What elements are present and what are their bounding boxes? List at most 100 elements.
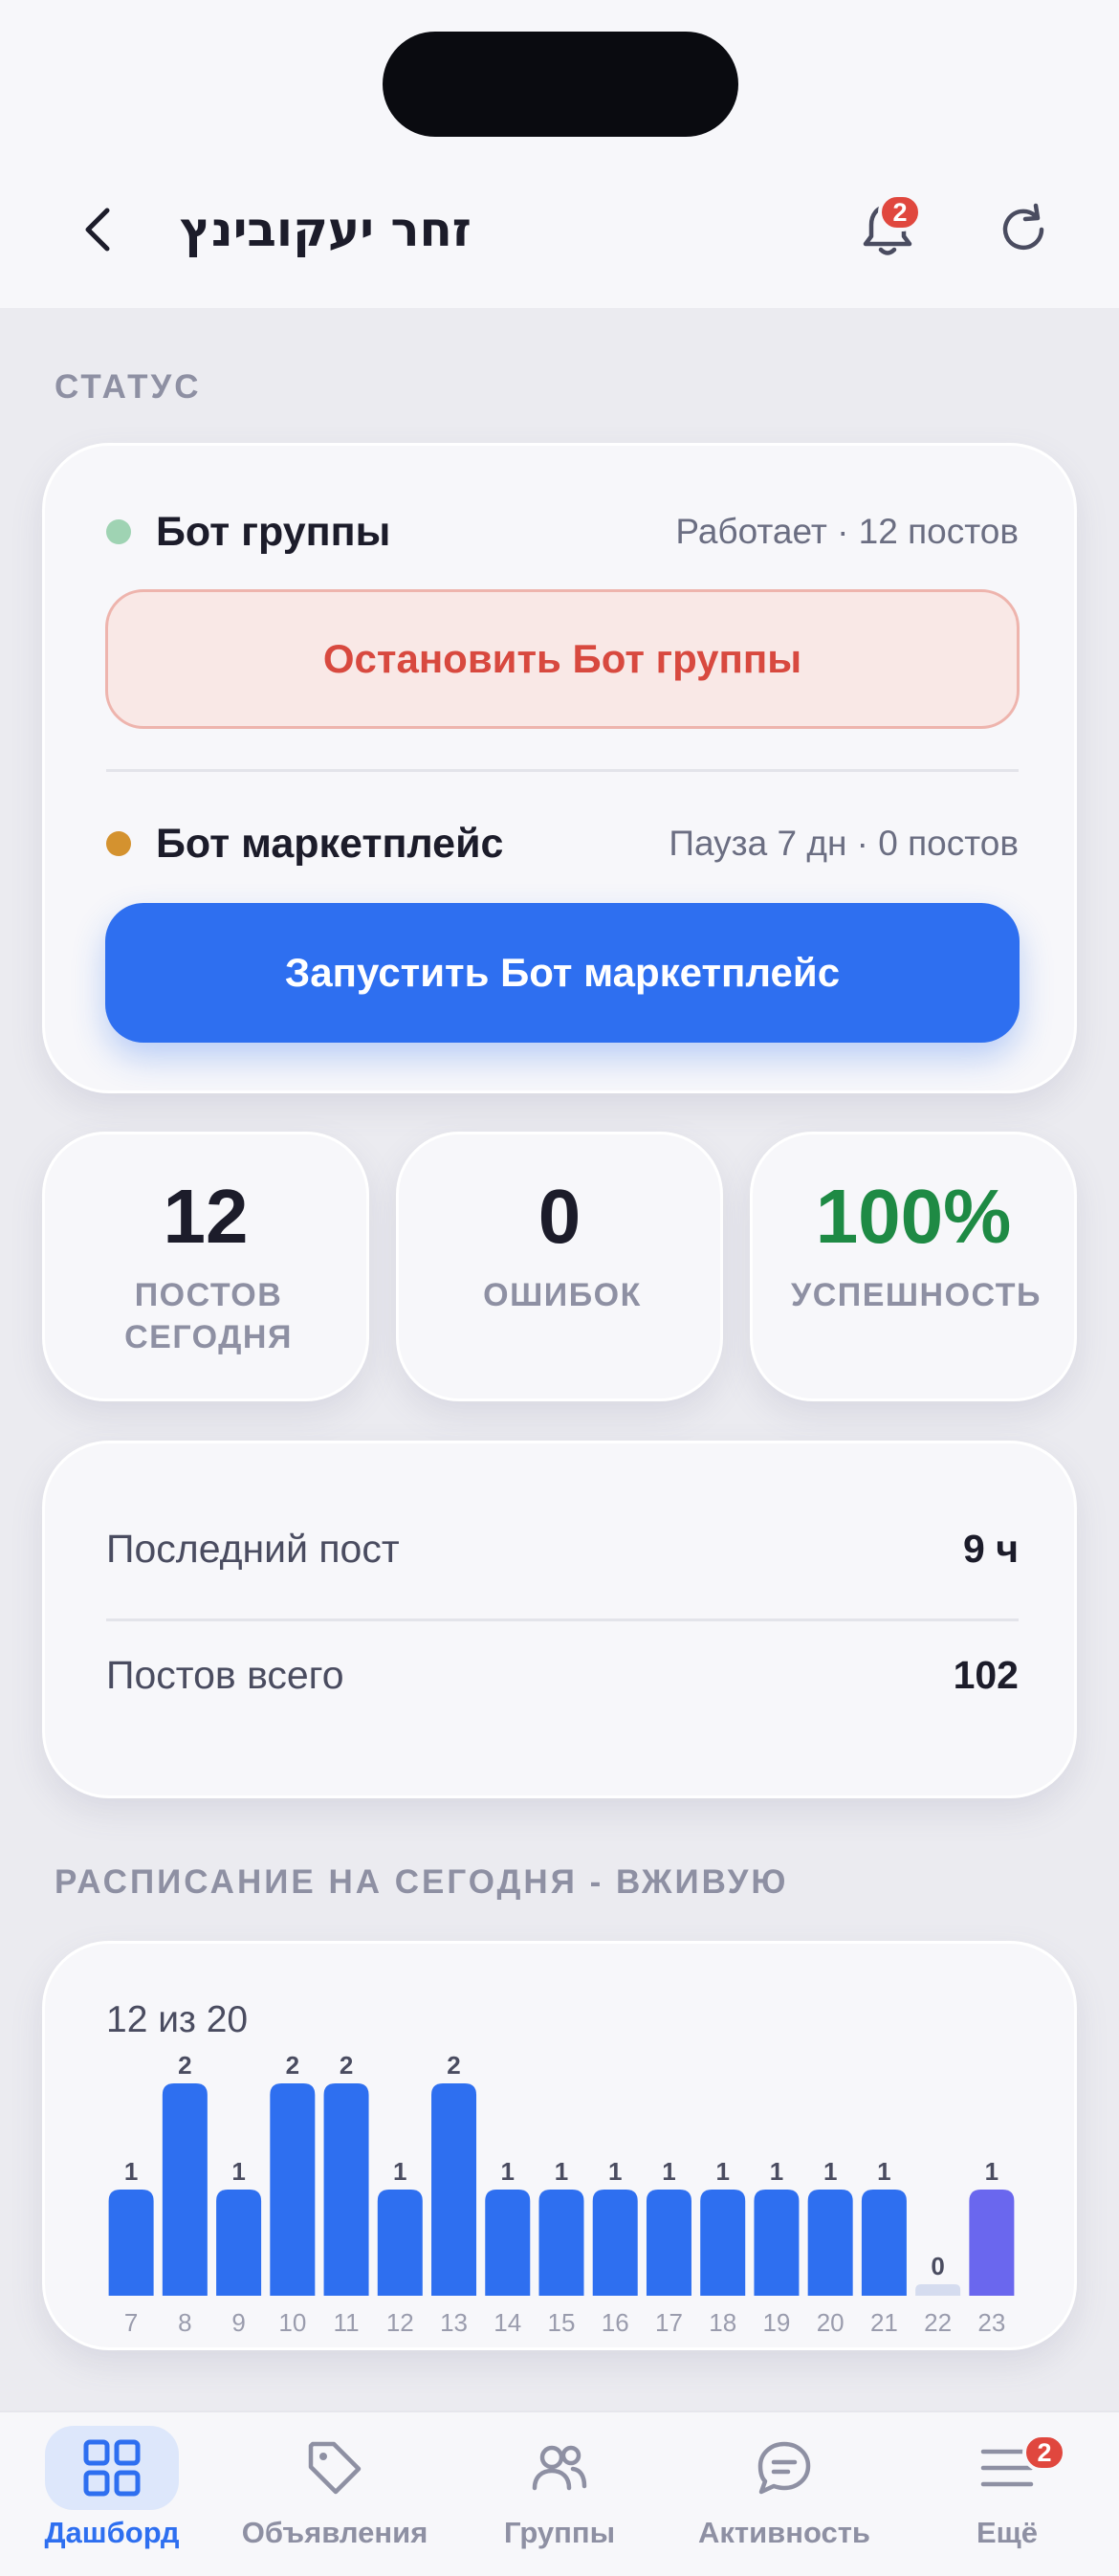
bar-value-label: 1: [715, 2157, 729, 2186]
status-card: Бот группы Работает · 12 постов Останови…: [42, 443, 1077, 1093]
bar-value-label: 2: [286, 2051, 299, 2080]
bar-value-label: 1: [662, 2157, 675, 2186]
top-bar: זחר יעקובינץ 2: [0, 0, 1119, 308]
more-badge: 2: [1022, 2433, 1066, 2472]
bar-value-label: 1: [877, 2157, 890, 2186]
bot-row-marketplace: Бот маркетплейс Пауза 7 дн · 0 постов: [106, 815, 1019, 872]
hour-tick-label: 16: [602, 2308, 629, 2337]
schedule-section-label: РАСПИСАНИЕ НА СЕГОДНЯ - ВЖИВУЮ: [55, 1863, 789, 1901]
schedule-bar-7: [108, 2190, 154, 2296]
info-value: 102: [953, 1652, 1019, 1697]
users-icon: [532, 2445, 587, 2491]
chat-icon: [757, 2441, 811, 2495]
bar-value-label: 1: [555, 2157, 568, 2186]
schedule-bar-16: [592, 2190, 638, 2296]
hour-tick-label: 13: [440, 2308, 468, 2337]
tab-listings[interactable]: Объявления: [239, 2412, 430, 2576]
hour-tick-label: 8: [178, 2308, 191, 2337]
refresh-button[interactable]: [985, 191, 1062, 268]
schedule-bar-12: [377, 2190, 423, 2296]
hour-tick-label: 11: [334, 2308, 360, 2337]
info-value: 9 ч: [963, 1526, 1019, 1571]
stop-group-bot-button[interactable]: Остановить Бот группы: [105, 589, 1020, 729]
tab-icon-container: [493, 2426, 626, 2510]
schedule-bar-10: [270, 2083, 316, 2296]
stat-label: ПОСТОВ СЕГОДНЯ: [124, 1277, 293, 1355]
schedule-bar-15: [538, 2190, 584, 2296]
bar-value-label: 1: [608, 2157, 622, 2186]
bottom-tab-bar: Дашборд Объявления Группы Активность 2 Е…: [0, 2411, 1119, 2576]
tab-icon-container: [268, 2426, 402, 2510]
bar-value-label: 1: [823, 2157, 837, 2186]
info-label: Последний пост: [106, 1526, 400, 1571]
start-marketplace-bot-button[interactable]: Запустить Бот маркетплейс: [105, 903, 1020, 1043]
hour-tick-label: 18: [709, 2308, 736, 2337]
tag-icon: [308, 2441, 362, 2495]
schedule-bar-18: [700, 2190, 746, 2296]
schedule-bar-21: [861, 2190, 907, 2296]
schedule-bar-14: [485, 2190, 531, 2296]
stat-card-errors: 0 ОШИБОК: [396, 1132, 723, 1401]
camera-notch: [383, 32, 738, 137]
status-section-label: СТАТУС: [55, 368, 202, 406]
bot-status-text: Работает · 12 постов: [675, 512, 1019, 551]
info-row-last-post: Последний пост 9 ч: [106, 1520, 1019, 1577]
schedule-bar-8: [162, 2083, 208, 2296]
hour-tick-label: 12: [386, 2308, 414, 2337]
bot-row-group: Бот группы Работает · 12 постов: [106, 503, 1019, 561]
status-dot: [106, 831, 131, 856]
schedule-bar-chart: 1728192102111122131141151161171181191201…: [108, 2051, 1015, 2337]
tab-icon-container: [717, 2426, 851, 2510]
bot-name: Бот маркетплейс: [156, 820, 504, 867]
bar-value-label: 2: [178, 2051, 191, 2080]
bar-value-label: 1: [231, 2157, 245, 2186]
divider: [106, 1618, 1019, 1621]
schedule-bar-19: [754, 2190, 800, 2296]
tab-more[interactable]: 2 Ещё: [911, 2412, 1103, 2576]
tab-label: Объявления: [241, 2516, 428, 2549]
bar-value-label: 0: [931, 2252, 944, 2280]
bar-value-label: 1: [985, 2157, 998, 2186]
notification-badge: 2: [878, 193, 922, 231]
status-dot: [106, 519, 131, 544]
bot-status-text: Пауза 7 дн · 0 постов: [669, 824, 1019, 863]
hour-tick-label: 14: [494, 2308, 521, 2337]
stat-card-success-rate: 100% УСПЕШНОСТЬ: [750, 1132, 1077, 1401]
bar-value-label: 2: [447, 2051, 460, 2080]
tab-label: Ещё: [976, 2516, 1039, 2549]
hour-tick-label: 21: [870, 2308, 898, 2337]
chevron-left-icon: [85, 208, 110, 252]
info-row-total-posts: Постов всего 102: [106, 1646, 1019, 1704]
hour-tick-label: 10: [278, 2308, 306, 2337]
bot-name: Бот группы: [156, 508, 391, 555]
back-button[interactable]: [67, 191, 128, 268]
grid-icon: [83, 2439, 141, 2497]
hour-tick-label: 17: [655, 2308, 683, 2337]
stat-label: ОШИБОК: [483, 1277, 642, 1313]
schedule-chart-card: 12 из 20 1 7 2 8 1 9 2 10 2 11 1 12 2 13 1 14 1 15 1 16 1 17 1…: [42, 1941, 1077, 2350]
tab-label: Активность: [698, 2516, 870, 2549]
stat-label: УСПЕШНОСТЬ: [791, 1277, 1042, 1313]
hour-tick-label: 9: [231, 2308, 245, 2337]
schedule-bar-9: [216, 2190, 262, 2296]
stat-value: 100%: [815, 1174, 1012, 1259]
tab-label: Группы: [503, 2516, 616, 2549]
schedule-bar-22: [915, 2284, 961, 2296]
stat-value: 12: [163, 1174, 249, 1259]
tab-label: Дашборд: [44, 2516, 180, 2549]
schedule-bar-17: [646, 2190, 691, 2296]
info-label: Постов всего: [106, 1652, 344, 1697]
info-card: Последний пост 9 ч Постов всего 102: [42, 1441, 1077, 1798]
schedule-bar-20: [807, 2190, 853, 2296]
tab-activity[interactable]: Активность: [689, 2412, 880, 2576]
bar-value-label: 1: [501, 2157, 515, 2186]
tab-dashboard[interactable]: Дашборд: [16, 2412, 208, 2576]
hour-tick-label: 15: [548, 2308, 576, 2337]
divider: [106, 769, 1019, 772]
hour-tick-label: 7: [124, 2308, 138, 2337]
tab-groups[interactable]: Группы: [464, 2412, 655, 2576]
page-title: זחר יעקובינץ: [180, 202, 472, 257]
hour-tick-label: 19: [762, 2308, 790, 2337]
hour-tick-label: 23: [977, 2308, 1005, 2337]
bar-value-label: 1: [393, 2157, 406, 2186]
